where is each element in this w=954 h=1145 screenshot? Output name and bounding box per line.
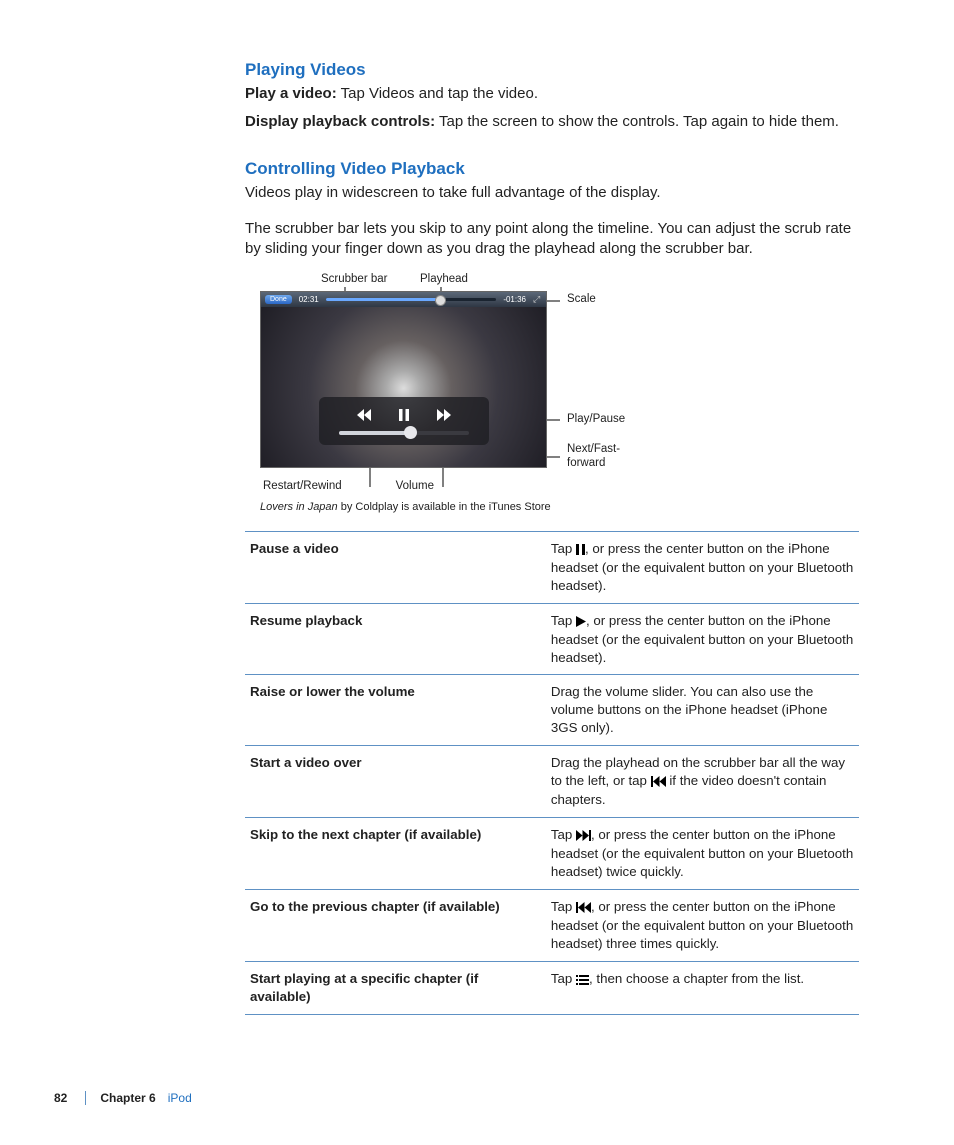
callout-label: Play/Pause xyxy=(567,413,625,425)
callout-label: Next/Fast-forward xyxy=(567,443,637,471)
table-cell-action: Skip to the next chapter (if available) xyxy=(245,818,546,890)
volume-slider[interactable] xyxy=(339,431,469,435)
table-cell-description: Tap , or press the center button on the … xyxy=(546,531,859,603)
elapsed-time: 02:31 xyxy=(299,295,319,304)
table-row: Go to the previous chapter (if available… xyxy=(245,889,859,961)
playback-controls xyxy=(319,397,489,445)
table-cell-description: Drag the playhead on the scrubber bar al… xyxy=(546,746,859,818)
page-number: 82 xyxy=(54,1091,67,1105)
table-cell-action: Go to the previous chapter (if available… xyxy=(245,889,546,961)
table-row: Resume playbackTap , or press the center… xyxy=(245,603,859,675)
next-icon[interactable] xyxy=(437,407,453,424)
table-row: Skip to the next chapter (if available)T… xyxy=(245,818,859,890)
list-icon xyxy=(576,971,589,989)
callout-label: Playhead xyxy=(420,273,468,285)
page-footer: 82 Chapter 6 iPod xyxy=(0,1091,192,1105)
figure: Scrubber bar Playhead Done xyxy=(245,273,725,513)
table-cell-description: Tap , or press the center button on the … xyxy=(546,818,859,890)
video-player: Done 02:31 -01:36 ⤢ xyxy=(260,291,547,468)
table-row: Start playing at a specific chapter (if … xyxy=(245,961,859,1014)
table-cell-description: Tap , or press the center button on the … xyxy=(546,889,859,961)
table-row: Pause a videoTap , or press the center b… xyxy=(245,531,859,603)
prev-icon xyxy=(651,773,666,791)
table-cell-action: Resume playback xyxy=(245,603,546,675)
callout-label: Restart/Rewind xyxy=(263,480,342,492)
controls-table: Pause a videoTap , or press the center b… xyxy=(245,531,859,1015)
playhead[interactable] xyxy=(435,295,446,306)
remaining-time: -01:36 xyxy=(503,295,526,304)
play-icon xyxy=(576,613,586,631)
prev-icon xyxy=(576,899,591,917)
pause-icon xyxy=(576,541,585,559)
paragraph: Play a video: Tap Videos and tap the vid… xyxy=(245,84,859,104)
callout-label: Scale xyxy=(567,293,596,305)
table-cell-action: Raise or lower the volume xyxy=(245,675,546,746)
scrubber-bar[interactable] xyxy=(326,298,497,301)
previous-icon[interactable] xyxy=(355,407,371,424)
table-cell-action: Start a video over xyxy=(245,746,546,818)
pause-icon[interactable] xyxy=(399,407,409,424)
callout-label: Scrubber bar xyxy=(321,273,387,285)
paragraph: The scrubber bar lets you skip to any po… xyxy=(245,219,859,260)
table-cell-description: Tap , or press the center button on the … xyxy=(546,603,859,675)
table-cell-description: Drag the volume slider. You can also use… xyxy=(546,675,859,746)
next-icon xyxy=(576,827,591,845)
table-cell-description: Tap , then choose a chapter from the lis… xyxy=(546,961,859,1014)
paragraph: Display playback controls: Tap the scree… xyxy=(245,112,859,132)
done-button[interactable]: Done xyxy=(265,295,292,304)
table-cell-action: Pause a video xyxy=(245,531,546,603)
table-row: Start a video overDrag the playhead on t… xyxy=(245,746,859,818)
figure-credit: Lovers in Japan by Coldplay is available… xyxy=(260,501,725,513)
section-heading: Controlling Video Playback xyxy=(245,159,859,179)
callout-label: Volume xyxy=(396,480,434,492)
table-cell-action: Start playing at a specific chapter (if … xyxy=(245,961,546,1014)
paragraph: Videos play in widescreen to take full a… xyxy=(245,183,859,203)
section-heading: Playing Videos xyxy=(245,60,859,80)
scale-button[interactable]: ⤢ xyxy=(533,295,542,304)
table-row: Raise or lower the volumeDrag the volume… xyxy=(245,675,859,746)
